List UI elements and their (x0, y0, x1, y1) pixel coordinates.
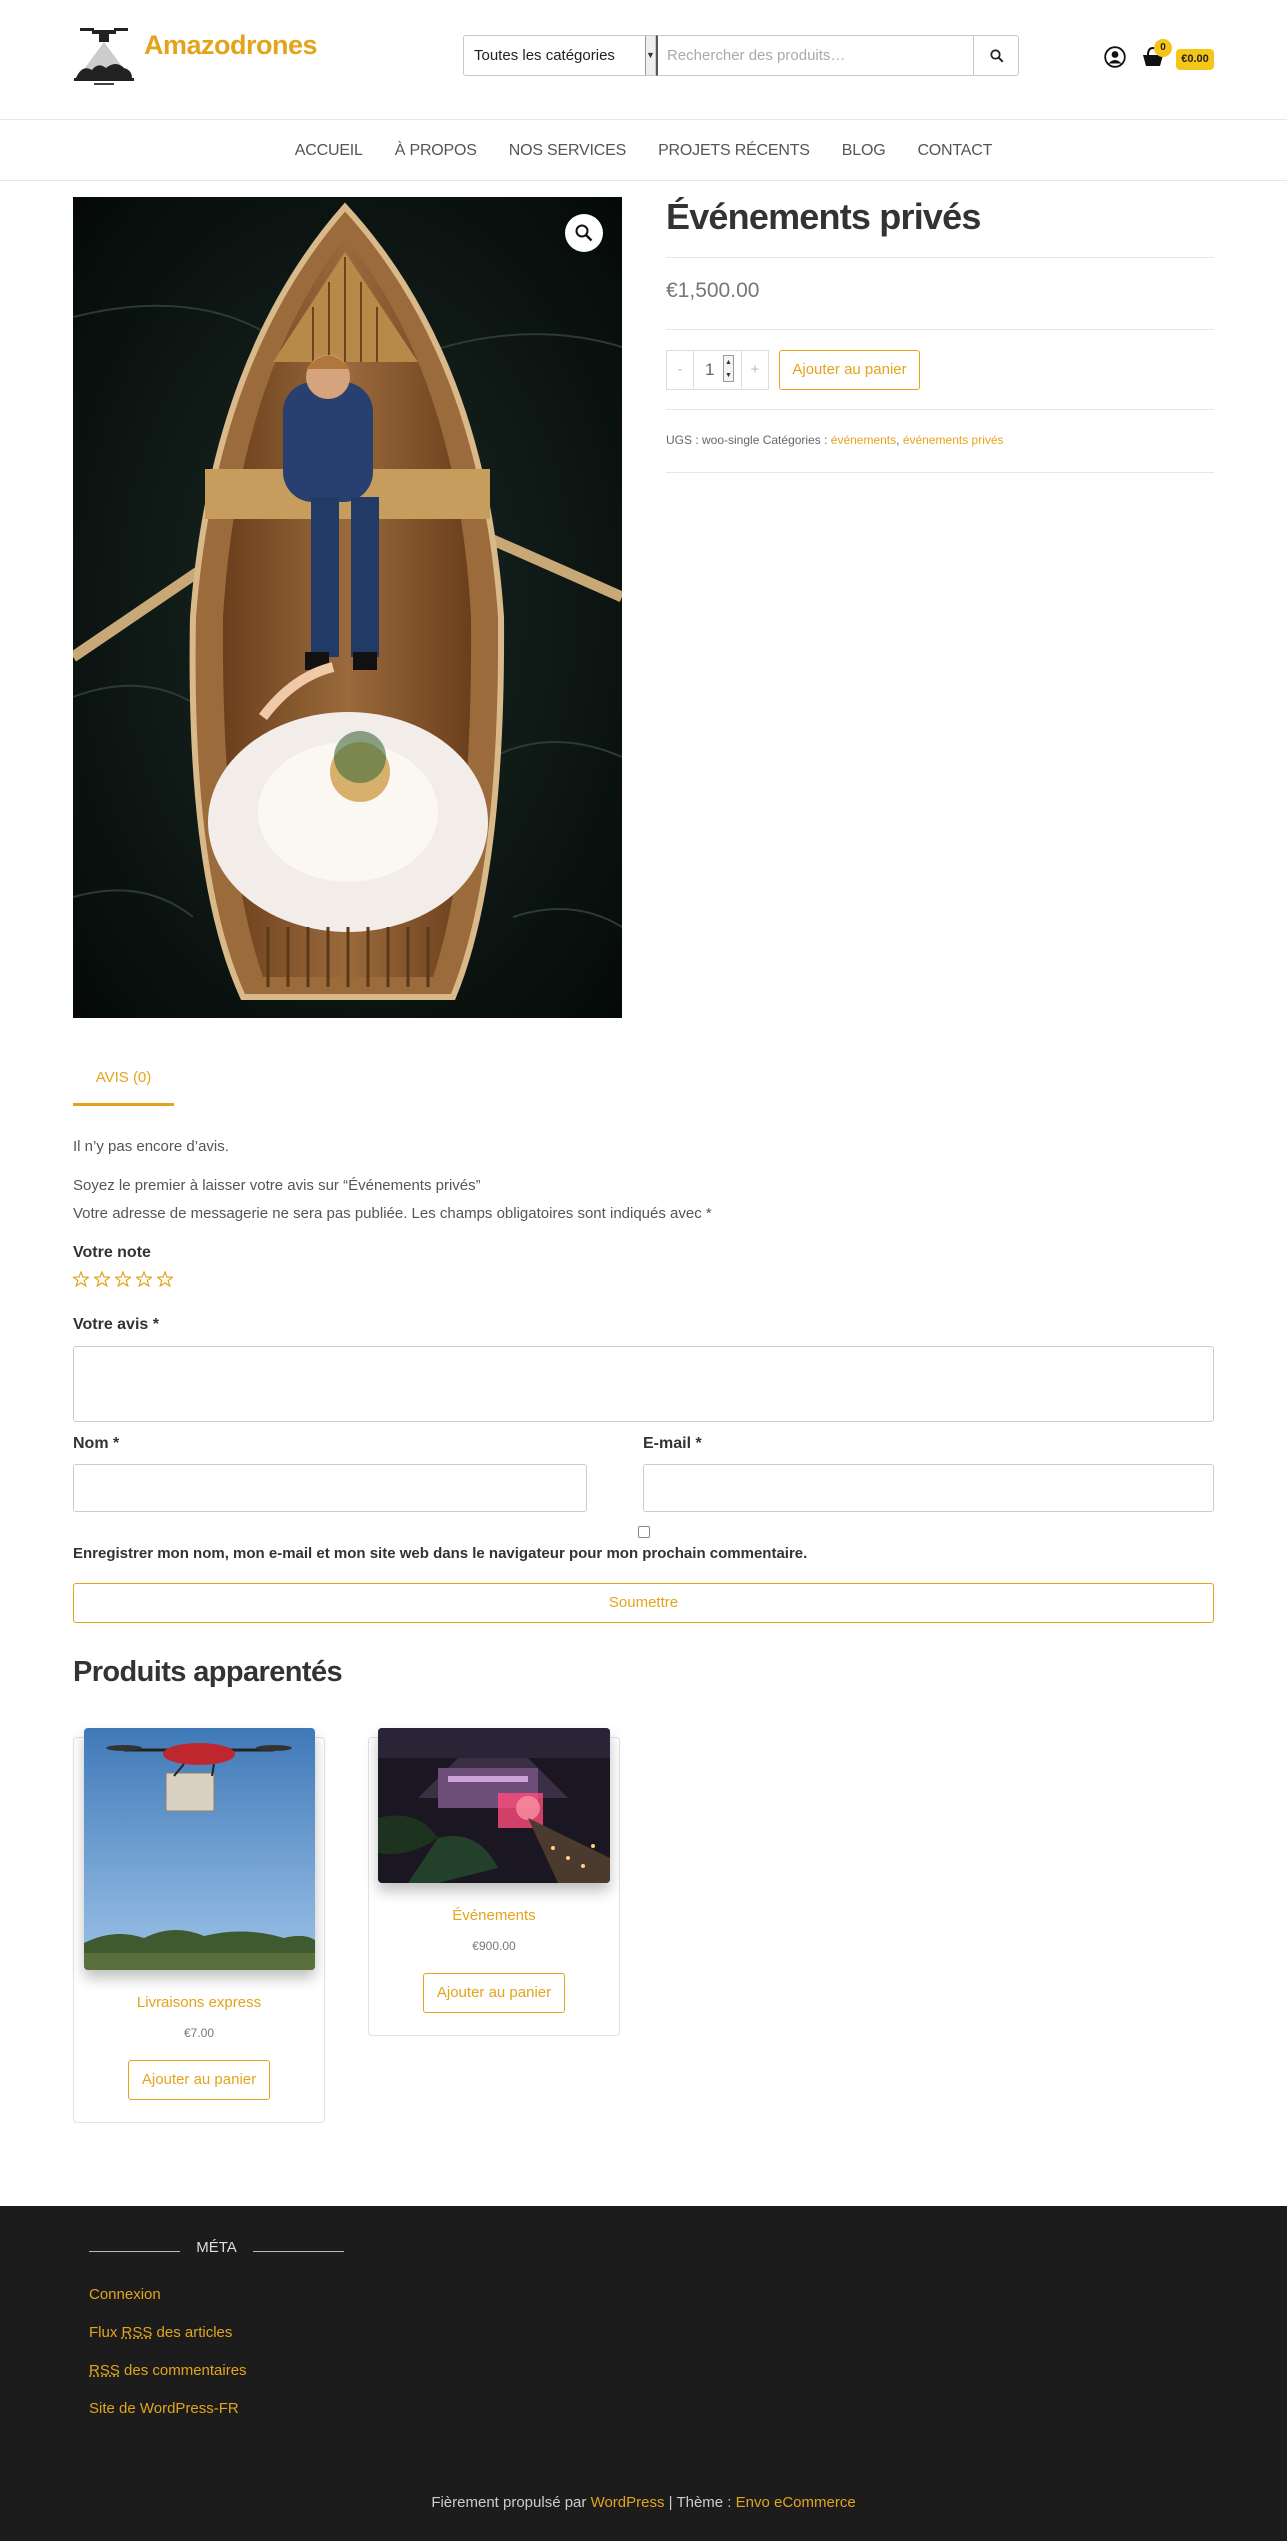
search-button[interactable] (973, 35, 1019, 76)
email-label-text: E-mail (643, 1435, 692, 1452)
required-mark: * (695, 1435, 702, 1452)
category-select[interactable]: Toutes les catégories ▼ (463, 35, 656, 76)
footer-link-wordpress[interactable]: Site de WordPress-FR (89, 2400, 239, 2417)
add-to-cart-livraisons-button[interactable]: Ajouter au panier (128, 2060, 270, 2100)
feed-post: des articles (152, 2324, 233, 2341)
quantity-plus-button[interactable]: + (741, 350, 769, 390)
email-field[interactable] (643, 1464, 1214, 1512)
footer-link-login[interactable]: Connexion (89, 2286, 161, 2303)
categories-label: Catégories : (762, 433, 828, 447)
name-field[interactable] (73, 1464, 587, 1512)
save-info-checkbox[interactable] (638, 1526, 650, 1538)
zoom-icon (575, 224, 593, 242)
quantity-minus-button[interactable]: - (666, 350, 694, 390)
divider (666, 329, 1214, 330)
nav-item-accueil[interactable]: ACCUEIL (279, 142, 379, 160)
star-icon[interactable] (115, 1271, 131, 1287)
star-icon[interactable] (94, 1271, 110, 1287)
category-link-evenements-prives[interactable]: événements privés (903, 433, 1004, 447)
divider (666, 472, 1214, 473)
no-reviews-text: Il n’y pas encore d’avis. (73, 1138, 229, 1155)
footer-link-feed[interactable]: Flux RSS des articles (89, 2324, 232, 2341)
main-nav: ACCUEIL À PROPOS NOS SERVICES PROJETS RÉ… (0, 121, 1287, 181)
search-placeholder: Rechercher des produits… (667, 47, 846, 64)
nav-item-nos-services[interactable]: NOS SERVICES (493, 142, 642, 160)
required-mark: * (113, 1435, 120, 1452)
tab-avis[interactable]: AVIS (0) (73, 1061, 174, 1106)
comments-post: des commentaires (119, 2362, 247, 2379)
search-icon (990, 49, 1004, 63)
quantity-value: 1 (705, 360, 715, 379)
comments-abbr: RSS (89, 2362, 120, 2379)
caret-down-icon: ▼ (645, 36, 655, 75)
site-title[interactable]: Amazodrones (144, 30, 318, 61)
nav-item-projets-recents[interactable]: PROJETS RÉCENTS (642, 142, 826, 160)
feed-pre: Flux (89, 2324, 122, 2341)
quantity-input[interactable]: 1 (693, 350, 742, 390)
product-image-evenements[interactable] (378, 1728, 610, 1883)
product-name-livraisons[interactable]: Livraisons express (73, 1994, 325, 2011)
footer-link-comments-feed[interactable]: RSS des commentaires (89, 2362, 247, 2379)
category-select-value: Toutes les catégories (474, 47, 615, 64)
wedding-boat-illustration (73, 197, 622, 1018)
product-meta: UGS : woo-single Catégories : événements… (666, 433, 1004, 447)
category-link-evenements[interactable]: événements (831, 433, 896, 447)
product-image-livraisons[interactable] (84, 1728, 315, 1970)
search-input[interactable]: Rechercher des produits… (656, 35, 974, 76)
star-icon[interactable] (136, 1271, 152, 1287)
divider (666, 257, 1214, 258)
email-label: E-mail * (643, 1435, 702, 1453)
related-products-title: Produits apparentés (73, 1656, 343, 1688)
submit-review-button[interactable]: Soumettre (73, 1583, 1214, 1623)
product-price-evenements: €900.00 (472, 1939, 516, 1953)
product-name-evenements[interactable]: Événements (368, 1907, 620, 1924)
product-price: €1,500.00 (666, 279, 760, 302)
star-icon[interactable] (73, 1271, 89, 1287)
email-note-text: Votre adresse de messagerie ne sera pas … (73, 1205, 712, 1222)
star-icon[interactable] (157, 1271, 173, 1287)
feed-abbr: RSS (121, 2324, 153, 2341)
drone-delivery-illustration (84, 1728, 315, 1970)
add-to-cart-button[interactable]: Ajouter au panier (779, 350, 920, 390)
name-label-text: Nom (73, 1435, 109, 1452)
save-info-label: Enregistrer mon nom, mon e-mail et mon s… (73, 1545, 808, 1562)
product-title: Événements privés (666, 196, 981, 237)
quantity-spinner[interactable]: ▲ ▼ (723, 355, 734, 382)
divider (666, 409, 1214, 410)
review-label-text: Votre avis (73, 1316, 149, 1333)
sku-text: UGS : woo-single (666, 433, 760, 447)
credit-theme-link[interactable]: Envo eCommerce (736, 2494, 856, 2511)
name-label: Nom * (73, 1435, 119, 1453)
category-separator: , (896, 433, 900, 447)
nav-item-contact[interactable]: CONTACT (901, 142, 1008, 160)
be-first-text: Soyez le premier à laisser votre avis su… (73, 1177, 481, 1194)
user-icon[interactable] (1104, 46, 1126, 68)
credit-pre: Fièrement propulsé par (431, 2494, 591, 2511)
credit-wordpress-link[interactable]: WordPress (591, 2494, 665, 2511)
site-header: Amazodrones Toutes les catégories ▼ Rech… (0, 0, 1287, 120)
review-textarea[interactable] (73, 1346, 1214, 1422)
widget-title-meta: MÉTA (196, 2239, 237, 2256)
product-image[interactable] (73, 197, 622, 1018)
cart-count-badge[interactable]: 0 (1154, 39, 1172, 57)
required-mark: * (152, 1316, 159, 1333)
nav-item-a-propos[interactable]: À PROPOS (379, 142, 493, 160)
cart-total-badge[interactable]: €0.00 (1176, 49, 1214, 70)
rating-stars (73, 1271, 173, 1287)
night-event-illustration (378, 1728, 610, 1883)
zoom-button[interactable] (565, 214, 603, 252)
add-to-cart-evenements-button[interactable]: Ajouter au panier (423, 1973, 565, 2013)
rating-label: Votre note (73, 1244, 151, 1261)
review-label: Votre avis * (73, 1316, 159, 1334)
footer-credit: Fièrement propulsé par WordPress | Thème… (0, 2494, 1287, 2511)
drone-logo-icon[interactable] (72, 26, 136, 88)
nav-item-blog[interactable]: BLOG (826, 142, 902, 160)
product-price-livraisons: €7.00 (183, 2026, 215, 2040)
credit-mid: | Thème : (664, 2494, 736, 2511)
